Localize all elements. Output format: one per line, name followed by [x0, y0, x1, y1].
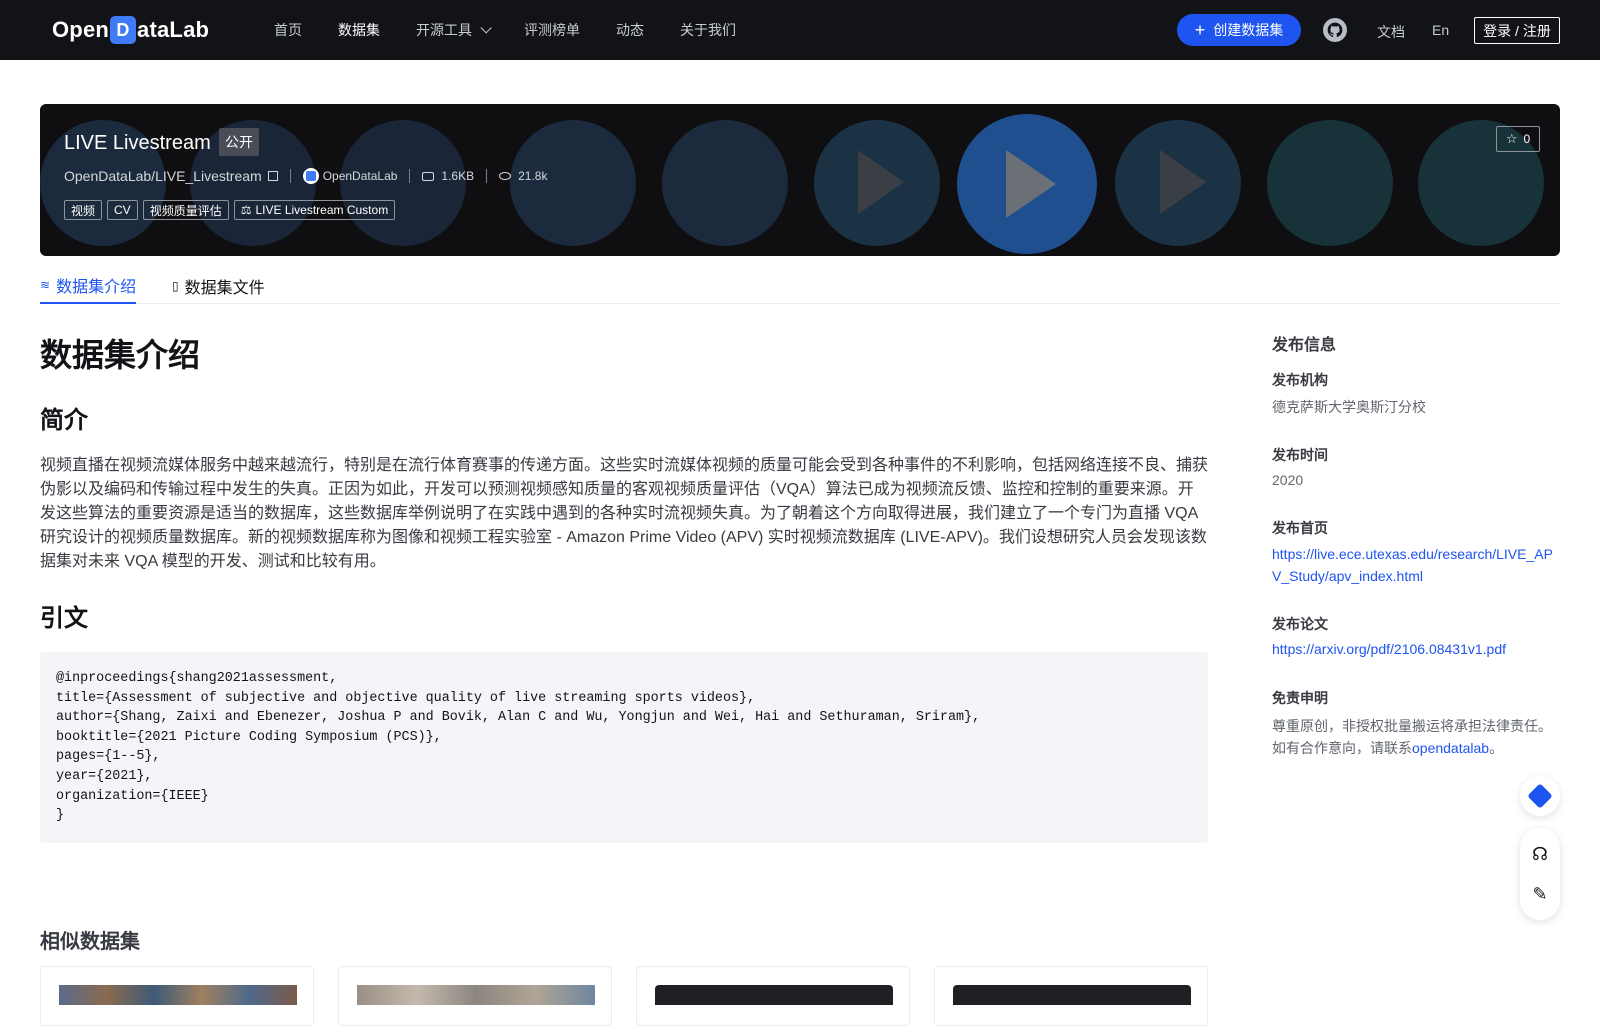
- divider: [289, 169, 291, 183]
- nav-item-label: 数据集: [338, 22, 380, 38]
- dataset-thumbnail: [59, 985, 297, 1005]
- dataset-size: 1.6KB: [441, 169, 475, 183]
- dataset-tabs: ≋ 数据集介绍 ▯ 数据集文件: [40, 264, 1560, 304]
- file-icon: ▯: [172, 279, 179, 293]
- view-count: 21.8k: [518, 169, 548, 183]
- nav-item-label: 关于我们: [680, 22, 736, 38]
- dataset-thumbnail: [655, 985, 893, 1005]
- disclaimer-end: 。: [1489, 740, 1504, 756]
- repo-path: OpenDataLab/LIVE_Livestream: [64, 168, 262, 184]
- paper-label: 发布论文: [1272, 616, 1328, 632]
- page-title: 数据集介绍: [40, 337, 201, 373]
- intro-heading: 简介: [40, 407, 88, 434]
- decorative-video-bubble: [662, 120, 788, 246]
- dataset-thumbnail: [357, 985, 595, 1005]
- opendatalab-logo[interactable]: Open DataLab: [52, 14, 209, 46]
- customer-service-icon[interactable]: ☊: [1520, 834, 1560, 874]
- disclaimer-block: 尊重原创，非授权批量搬运将承担法律责任。如有合作意向，请联系opendatala…: [1272, 715, 1554, 759]
- float-toolbar: ☊ ✎: [1520, 828, 1560, 920]
- assistant-float-button[interactable]: [1520, 776, 1560, 816]
- feedback-icon[interactable]: ✎: [1520, 874, 1560, 914]
- org-name[interactable]: OpenDataLab: [323, 169, 398, 183]
- docs-link[interactable]: 文档: [1377, 22, 1405, 42]
- play-icon: [1160, 150, 1206, 214]
- nav-item-open-tools[interactable]: 开源工具: [416, 20, 492, 40]
- org-label: 发布机构: [1272, 372, 1328, 388]
- logo-text-right: ataLab: [137, 17, 210, 42]
- nav-item-label: 评测榜单: [524, 22, 580, 38]
- citation-code-block: @inproceedings{shang2021assessment, titl…: [40, 652, 1208, 843]
- copy-icon[interactable]: [267, 171, 278, 181]
- time-label: 发布时间: [1272, 447, 1328, 463]
- star-button[interactable]: ☆ 0: [1496, 126, 1540, 152]
- dataset-title: LIVE Livestream: [64, 132, 211, 154]
- star-icon: ☆: [1505, 131, 1518, 146]
- play-icon: [1006, 150, 1056, 218]
- disclaimer-label: 免责申明: [1272, 690, 1328, 706]
- contact-link[interactable]: opendatalab: [1412, 740, 1489, 756]
- database-icon: ≋: [40, 278, 51, 292]
- nav-item-label: 动态: [616, 22, 644, 38]
- divider: [486, 169, 488, 183]
- nav-item-about[interactable]: 关于我们: [680, 20, 736, 40]
- storage-icon: [422, 171, 435, 181]
- chevron-down-icon: [480, 22, 492, 34]
- dataset-meta: OpenDataLab/LIVE_Livestream OpenDataLab …: [64, 166, 547, 186]
- nav-item-datasets[interactable]: 数据集: [338, 20, 380, 40]
- logo-text-left: Open: [52, 17, 110, 42]
- sidebar-title: 发布信息: [1272, 337, 1337, 354]
- intro-text: 视频直播在视频流媒体服务中越来越流行，特别是在流行体育赛事的传递方面。这些实时流…: [40, 457, 1209, 570]
- org-avatar: [302, 168, 319, 184]
- github-icon[interactable]: [1323, 18, 1347, 42]
- org-value: 德克萨斯大学奥斯汀分校: [1272, 399, 1426, 415]
- nav-item-home[interactable]: 首页: [274, 20, 302, 40]
- dataset-hero-banner: LIVE Livestream 公开 OpenDataLab/LIVE_Live…: [40, 104, 1560, 256]
- play-icon: [858, 150, 904, 214]
- star-count: 0: [1523, 132, 1531, 146]
- similar-dataset-card[interactable]: [636, 966, 910, 1026]
- similar-dataset-card[interactable]: [338, 966, 612, 1026]
- similar-datasets-heading: 相似数据集: [40, 931, 140, 953]
- tab-label: 数据集介绍: [56, 279, 137, 296]
- similar-dataset-card[interactable]: [934, 966, 1208, 1026]
- create-dataset-button[interactable]: + 创建数据集: [1177, 14, 1301, 46]
- main-nav: 首页 数据集 开源工具 评测榜单 动态 关于我们: [274, 0, 772, 60]
- tag-chip[interactable]: 视频: [64, 200, 103, 220]
- login-register-button[interactable]: 登录 / 注册: [1474, 17, 1560, 44]
- create-dataset-label: 创建数据集: [1213, 22, 1284, 38]
- visibility-badge: 公开: [219, 128, 259, 156]
- plus-icon: +: [1194, 20, 1206, 40]
- scale-icon: ⚖: [240, 203, 252, 217]
- tab-label: 数据集文件: [184, 280, 265, 297]
- tag-chip[interactable]: CV: [107, 200, 138, 220]
- dataset-tags: 视频 CV 视频质量评估 ⚖ LIVE Livestream Custom: [64, 200, 400, 220]
- citation-heading: 引文: [40, 605, 88, 632]
- homepage-link[interactable]: https://live.ece.utexas.edu/research/LIV…: [1272, 546, 1553, 584]
- nav-item-label: 首页: [274, 22, 302, 38]
- license-tag[interactable]: ⚖ LIVE Livestream Custom: [233, 200, 396, 220]
- nav-item-news[interactable]: 动态: [616, 20, 644, 40]
- decorative-video-bubble: [1267, 120, 1393, 246]
- nav-item-label: 开源工具: [416, 22, 472, 38]
- similar-dataset-card[interactable]: [40, 966, 314, 1026]
- top-navbar: Open DataLab 首页 数据集 开源工具 评测榜单 动态 关于我们 + 创…: [0, 0, 1600, 60]
- eye-icon: [499, 172, 512, 180]
- divider: [409, 169, 411, 183]
- dataset-thumbnail: [953, 985, 1191, 1005]
- tag-chip[interactable]: 视频质量评估: [142, 200, 229, 220]
- diamond-icon: [1527, 783, 1553, 809]
- tab-files[interactable]: ▯ 数据集文件: [172, 268, 265, 304]
- time-value: 2020: [1272, 472, 1304, 488]
- homepage-label: 发布首页: [1272, 520, 1328, 536]
- license-label: LIVE Livestream Custom: [255, 203, 389, 217]
- logo-mark-icon: D: [110, 16, 137, 44]
- nav-item-leaderboard[interactable]: 评测榜单: [524, 20, 580, 40]
- paper-link[interactable]: https://arxiv.org/pdf/2106.08431v1.pdf: [1272, 641, 1506, 657]
- tab-introduction[interactable]: ≋ 数据集介绍: [40, 268, 137, 304]
- language-switch[interactable]: En: [1432, 22, 1449, 38]
